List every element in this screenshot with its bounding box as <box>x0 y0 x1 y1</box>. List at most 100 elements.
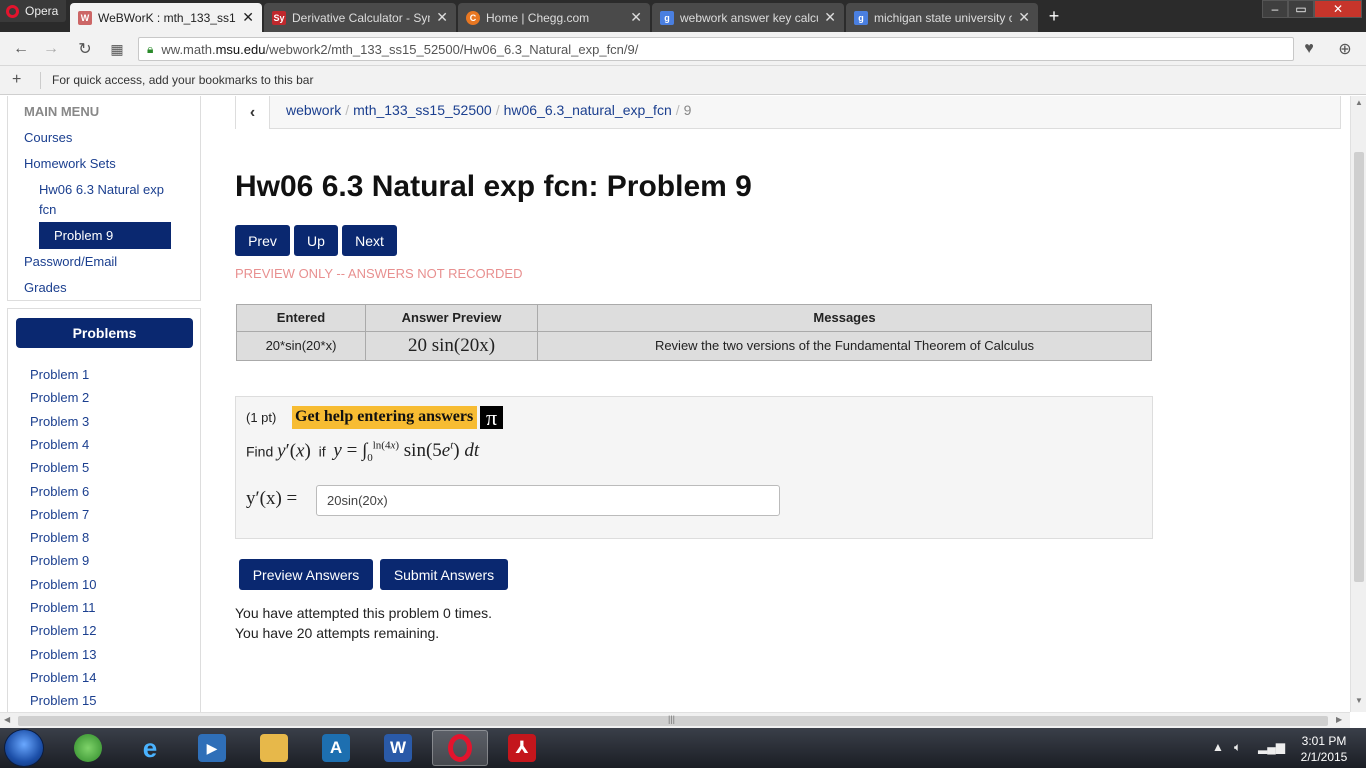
up-button[interactable]: Up <box>294 225 338 256</box>
main-menu: MAIN MENU Courses Homework Sets Hw06 6.3… <box>7 96 201 301</box>
breadcrumb-set[interactable]: hw06_6.3_natural_exp_fcn <box>504 102 672 118</box>
lock-icon: 🔒︎ <box>147 41 154 56</box>
taskbar-media-center[interactable] <box>60 730 116 766</box>
window-close-button[interactable]: ✕ <box>1314 0 1362 18</box>
problem-link[interactable]: Problem 13 <box>30 647 96 662</box>
vertical-scrollbar[interactable]: ▲ ▼ <box>1350 96 1366 712</box>
show-hidden-icons-icon[interactable]: ▲ <box>1212 740 1224 754</box>
tab-chegg[interactable]: C Home | Chegg.com ✕ <box>458 3 650 32</box>
address-bar: ← → ↻ ▦ 🔒︎ ww.math. msu.edu/webwork2/mth_… <box>0 32 1366 66</box>
problem-box: (1 pt) Get help entering answers π Find … <box>235 396 1153 539</box>
points-label: (1 pt) <box>246 410 277 425</box>
problem-link[interactable]: Problem 14 <box>30 670 96 685</box>
tab-michigan-state[interactable]: g michigan state university c ✕ <box>846 3 1038 32</box>
tab-webwork[interactable]: W WeBWorK : mth_133_ss15_ ✕ <box>70 3 262 32</box>
windows-media-center-icon <box>74 734 102 762</box>
url-host: msu.edu <box>215 41 266 57</box>
tab-title: Home | Chegg.com <box>486 10 590 25</box>
forward-arrow-icon[interactable]: → <box>40 38 62 60</box>
new-tab-button[interactable]: + <box>1044 5 1064 27</box>
preview-math: 20 sin(20x) <box>407 334 496 356</box>
sidebar-item-set-name-cont[interactable]: fcn <box>39 202 56 217</box>
heart-icon[interactable]: ♥ <box>1298 38 1320 60</box>
url-field[interactable]: 🔒︎ ww.math. msu.edu/webwork2/mth_133_ss15… <box>138 37 1294 61</box>
taskbar-file-explorer[interactable] <box>246 730 302 766</box>
answer-input[interactable] <box>316 485 780 516</box>
problem-link[interactable]: Problem 15 <box>30 693 96 708</box>
problem-link[interactable]: Problem 2 <box>30 390 89 405</box>
clock-date[interactable]: 2/1/2015 <box>1294 750 1354 764</box>
taskbar-app-a[interactable]: A <box>308 730 364 766</box>
symbolab-favicon-icon: Sy <box>272 10 286 25</box>
opera-logo-icon <box>6 4 19 18</box>
problem-link[interactable]: Problem 4 <box>30 437 89 452</box>
close-icon[interactable]: ✕ <box>242 9 254 26</box>
preview-notice: PREVIEW ONLY -- ANSWERS NOT RECORDED <box>235 266 523 281</box>
next-button[interactable]: Next <box>342 225 397 256</box>
start-button[interactable] <box>4 729 44 767</box>
sidebar-item-current-problem[interactable]: Problem 9 <box>39 222 171 249</box>
back-chevron-icon[interactable]: ‹ <box>236 96 270 129</box>
close-icon[interactable]: ✕ <box>436 9 448 26</box>
taskbar-internet-explorer[interactable]: e <box>122 730 178 766</box>
problem-link[interactable]: Problem 10 <box>30 577 96 592</box>
speed-dial-grid-icon[interactable]: ▦ <box>106 38 128 60</box>
problem-link[interactable]: Problem 11 <box>30 600 96 615</box>
reload-icon[interactable]: ↻ <box>74 38 96 60</box>
volume-icon[interactable]: 🔈︎ <box>1234 740 1241 755</box>
tab-webwork-answer-key[interactable]: g webwork answer key calcu ✕ <box>652 3 844 32</box>
scroll-right-icon[interactable]: ▶ <box>1336 715 1342 724</box>
minimize-button[interactable]: – <box>1262 0 1288 18</box>
problem-link[interactable]: Problem 5 <box>30 460 89 475</box>
close-icon[interactable]: ✕ <box>1018 9 1030 26</box>
taskbar-word[interactable]: W <box>370 730 426 766</box>
tab-title: michigan state university c <box>874 10 1013 25</box>
sidebar-item-set-name[interactable]: Hw06 6.3 Natural exp <box>39 182 164 197</box>
clock-time[interactable]: 3:01 PM <box>1294 734 1354 748</box>
taskbar-media-player[interactable]: ▶ <box>184 730 240 766</box>
opera-menu-label: Opera <box>25 4 59 18</box>
sidebar-item-password-email[interactable]: Password/Email <box>24 254 117 269</box>
scroll-left-icon[interactable]: ◀ <box>4 715 10 724</box>
maximize-button[interactable]: ▭ <box>1288 0 1314 18</box>
scroll-thumb[interactable] <box>1354 152 1364 582</box>
problem-link[interactable]: Problem 3 <box>30 414 89 429</box>
breadcrumb-course[interactable]: mth_133_ss15_52500 <box>353 102 492 118</box>
problem-link[interactable]: Problem 7 <box>30 507 89 522</box>
problem-link[interactable]: Problem 1 <box>30 367 89 382</box>
word-icon: W <box>384 734 412 762</box>
breadcrumb-webwork[interactable]: webwork <box>286 102 341 118</box>
opera-icon <box>448 734 472 762</box>
scroll-up-icon[interactable]: ▲ <box>1351 98 1366 112</box>
prev-button[interactable]: Prev <box>235 225 290 256</box>
table-row: 20*sin(20*x) 20 sin(20x) Review the two … <box>236 330 1152 362</box>
sidebar-item-courses[interactable]: Courses <box>24 130 72 145</box>
tab-derivative-calculator[interactable]: Sy Derivative Calculator - Sym ✕ <box>264 3 456 32</box>
close-icon[interactable]: ✕ <box>824 9 836 26</box>
opera-menu-button[interactable]: Opera <box>0 0 66 22</box>
divider <box>40 72 41 89</box>
problem-link[interactable]: Problem 6 <box>30 484 89 499</box>
column-header-messages: Messages <box>537 304 1152 332</box>
add-bookmark-icon[interactable]: + <box>12 71 21 89</box>
problem-link[interactable]: Problem 12 <box>30 623 96 638</box>
download-icon[interactable]: ⊕ <box>1334 38 1356 60</box>
submit-answers-button[interactable]: Submit Answers <box>380 559 508 590</box>
taskbar-acrobat[interactable]: ⅄ <box>494 730 550 766</box>
page-viewport: MAIN MENU Courses Homework Sets Hw06 6.3… <box>0 96 1350 712</box>
sidebar-item-homework-sets[interactable]: Homework Sets <box>24 156 116 171</box>
pi-icon[interactable]: π <box>480 405 503 430</box>
scroll-down-icon[interactable]: ▼ <box>1351 696 1366 710</box>
sidebar-item-grades[interactable]: Grades <box>24 280 67 295</box>
network-signal-icon[interactable]: ▂▄▆ <box>1258 740 1285 754</box>
taskbar-opera[interactable] <box>432 730 488 766</box>
close-icon[interactable]: ✕ <box>630 9 642 26</box>
help-entering-answers-link[interactable]: Get help entering answers <box>292 406 478 429</box>
back-arrow-icon[interactable]: ← <box>10 38 32 60</box>
problem-link[interactable]: Problem 8 <box>30 530 89 545</box>
horizontal-scrollbar[interactable]: ◀ ||| ▶ <box>0 712 1350 728</box>
tab-title: WeBWorK : mth_133_ss15_ <box>98 10 237 25</box>
problem-link[interactable]: Problem 9 <box>30 553 89 568</box>
preview-answers-button[interactable]: Preview Answers <box>239 559 373 590</box>
attempts-count: You have attempted this problem 0 times. <box>235 605 493 621</box>
